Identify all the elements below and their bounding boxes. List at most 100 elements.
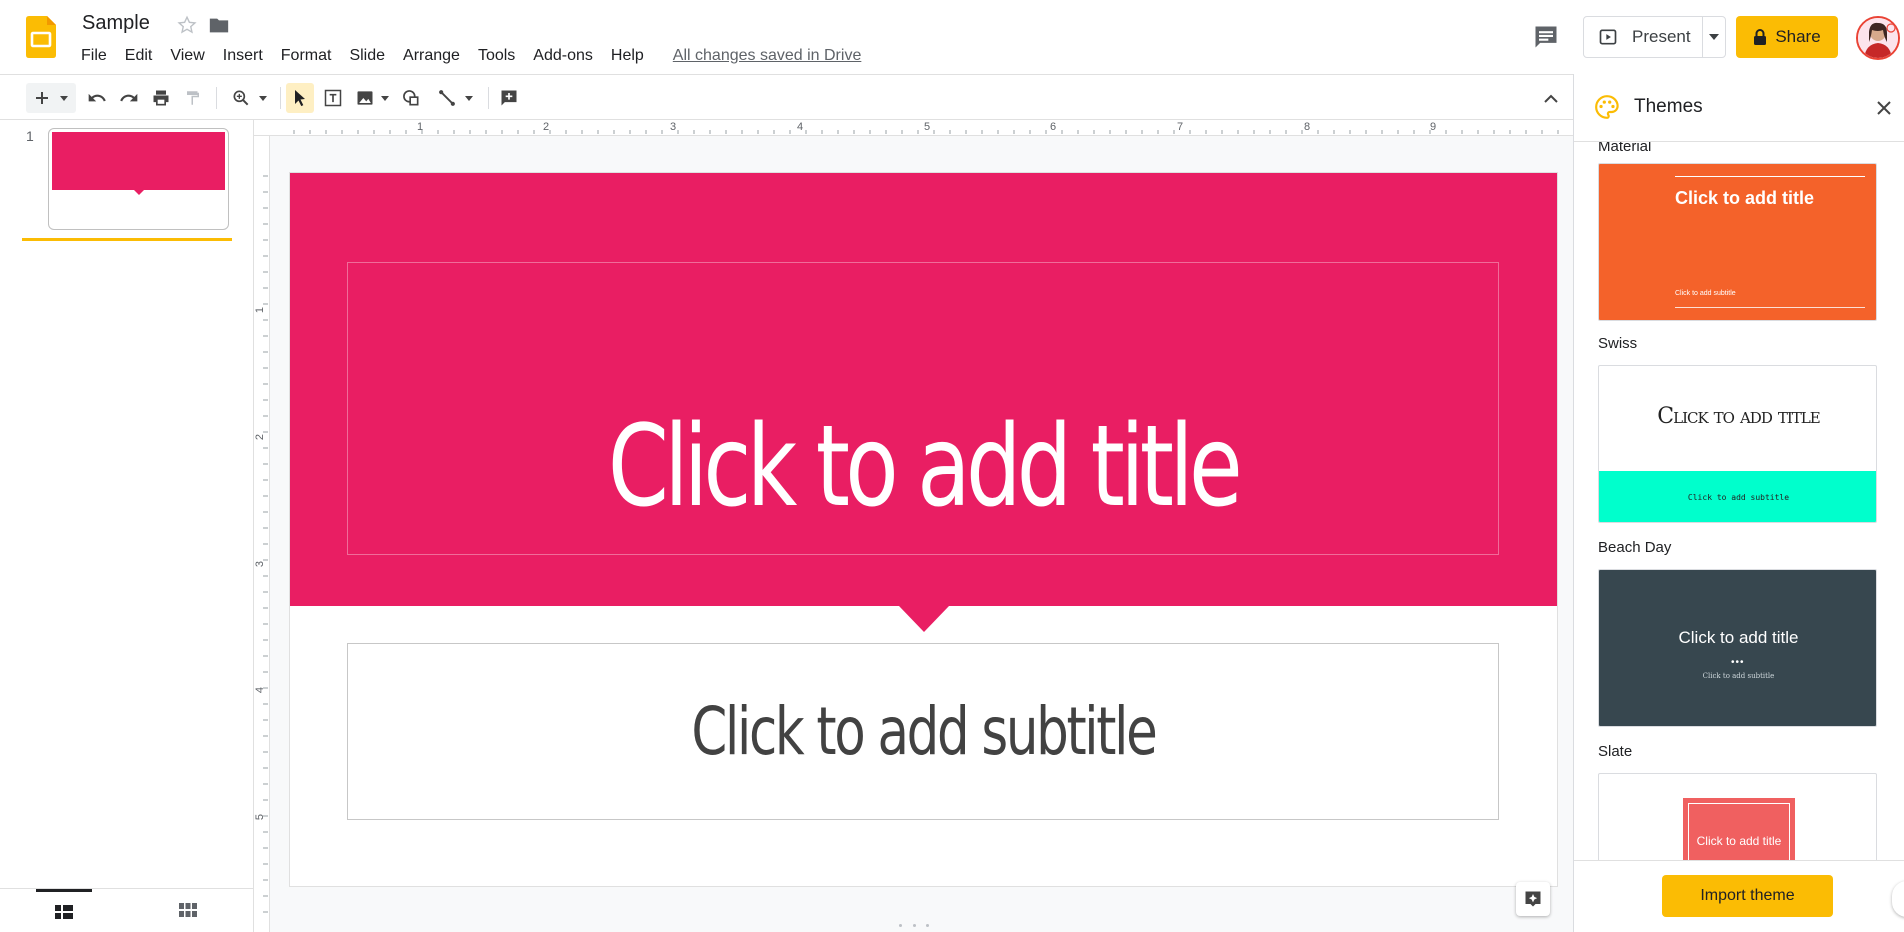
selected-slide-indicator	[22, 238, 232, 241]
title-placeholder[interactable]: Click to add title	[347, 262, 1499, 555]
theme-card-swiss[interactable]: Click to add title Click to add subtitle	[1598, 365, 1877, 523]
ruler-label: 3	[254, 560, 267, 568]
document-title[interactable]: Sample	[82, 12, 150, 35]
ruler-label: 9	[1430, 121, 1437, 133]
menu-help[interactable]: Help	[602, 45, 653, 68]
ruler-label: 3	[670, 121, 677, 133]
slides-logo-icon[interactable]	[26, 16, 56, 58]
subtitle-placeholder-text: Click to add subtitle	[691, 693, 1157, 770]
chevron-up-icon	[1544, 94, 1558, 103]
ruler-label: 5	[254, 813, 267, 821]
collapse-toolbar-button[interactable]	[1538, 83, 1564, 113]
theme-card-material[interactable]: Click to add title Click to add subtitle	[1598, 163, 1877, 321]
theme-subtitle-text: Click to add subtitle	[1702, 672, 1775, 680]
theme-card-beach-day[interactable]: Click to add title ••• Click to add subt…	[1598, 569, 1877, 727]
horizontal-ruler[interactable]: 1 2 3 4 5 6 7 8 9	[291, 120, 1573, 136]
menu-tools[interactable]: Tools	[469, 45, 524, 68]
redo-button[interactable]	[116, 83, 142, 113]
theme-card-slate[interactable]: Click to add title	[1598, 773, 1877, 860]
ruler-label: 1	[254, 306, 267, 314]
grid-view-button[interactable]	[160, 889, 216, 931]
menu-slide[interactable]: Slide	[340, 45, 394, 68]
slide-canvas-area: 1 2 3 4 5 6 7 8 9 1 2 3 4 5 Click to add…	[254, 120, 1573, 932]
menu-edit[interactable]: Edit	[116, 45, 162, 68]
theme-accent-band: Click to add subtitle	[1599, 471, 1876, 522]
filmstrip-view-button[interactable]	[36, 889, 92, 931]
menu-arrange[interactable]: Arrange	[394, 45, 469, 68]
speaker-notes-resize-handle[interactable]	[899, 921, 929, 929]
zoom-button[interactable]	[226, 83, 272, 113]
caret-down-icon	[465, 95, 473, 101]
toolbar-divider	[280, 87, 281, 109]
close-themes-button[interactable]	[1874, 98, 1894, 118]
theme-name-slate: Slate	[1598, 743, 1633, 760]
themes-panel-title: Themes	[1634, 96, 1703, 117]
present-button[interactable]: Present	[1584, 17, 1702, 57]
paint-format-button[interactable]	[180, 83, 206, 113]
slide-number: 1	[26, 128, 34, 144]
explore-button[interactable]	[1516, 882, 1550, 916]
ruler-label: 4	[797, 121, 804, 133]
share-label: Share	[1775, 27, 1821, 46]
account-avatar[interactable]	[1856, 16, 1900, 60]
subtitle-placeholder[interactable]: Click to add subtitle	[347, 643, 1499, 820]
undo-icon	[88, 93, 106, 102]
title-placeholder-text: Click to add title	[607, 402, 1243, 532]
themes-panel-footer: Import theme	[1574, 860, 1904, 932]
theme-title-text: Click to add title	[1696, 834, 1782, 848]
insert-image-button[interactable]	[352, 83, 392, 113]
caret-down-icon	[381, 95, 389, 101]
slide-thumbnail[interactable]	[48, 128, 229, 230]
ruler-label: 2	[543, 121, 550, 133]
import-theme-button[interactable]: Import theme	[1662, 875, 1833, 917]
theme-subtitle-text: Click to add subtitle	[1687, 493, 1790, 502]
grid-view-icon	[179, 903, 197, 917]
theme-dots: •••	[1731, 657, 1745, 668]
shape-icon	[403, 90, 419, 106]
editing-toolbar	[0, 74, 1573, 120]
theme-title-block: Click to add title	[1683, 798, 1795, 860]
ruler-label: 1	[417, 121, 424, 133]
palette-icon	[1594, 94, 1620, 120]
print-icon	[153, 90, 169, 106]
comments-icon[interactable]	[1532, 23, 1560, 51]
vertical-ruler[interactable]: 1 2 3 4 5	[254, 136, 270, 932]
ruler-label: 6	[1050, 121, 1057, 133]
line-button[interactable]	[432, 83, 478, 113]
save-status-link[interactable]: All changes saved in Drive	[673, 47, 862, 65]
text-box-button[interactable]	[320, 83, 346, 113]
zoom-icon	[233, 90, 249, 106]
undo-button[interactable]	[84, 83, 110, 113]
menu-file[interactable]: File	[72, 45, 116, 68]
add-comment-button[interactable]	[496, 83, 522, 113]
themes-panel-header: Themes	[1574, 74, 1904, 142]
toolbar-divider	[216, 87, 217, 109]
side-panel-toggle[interactable]	[1892, 881, 1904, 917]
present-options-dropdown[interactable]	[1702, 17, 1726, 57]
paint-format-icon	[187, 91, 199, 105]
new-slide-button[interactable]	[26, 83, 76, 113]
menu-insert[interactable]: Insert	[214, 45, 272, 68]
menu-format[interactable]: Format	[272, 45, 341, 68]
menu-add-ons[interactable]: Add-ons	[524, 45, 602, 68]
image-icon	[357, 91, 373, 105]
caret-down-icon	[60, 95, 68, 101]
folder-icon[interactable]	[208, 14, 230, 36]
present-icon	[1599, 29, 1617, 45]
theme-rule	[1675, 176, 1865, 177]
caret-down-icon	[259, 95, 267, 101]
menu-view[interactable]: View	[161, 45, 213, 68]
filmstrip-view-icon	[55, 904, 73, 919]
themes-list[interactable]: Material Click to add title Click to add…	[1574, 142, 1904, 860]
print-button[interactable]	[148, 83, 174, 113]
star-icon[interactable]	[176, 14, 198, 36]
vertical-ruler-ticks	[263, 175, 268, 913]
explore-icon	[1525, 891, 1541, 907]
slide-editor[interactable]: Click to add title Click to add subtitle	[290, 173, 1557, 886]
select-tool-button[interactable]	[286, 83, 314, 113]
shape-button[interactable]	[398, 83, 424, 113]
view-switcher	[0, 888, 254, 932]
share-button[interactable]: Share	[1736, 16, 1838, 58]
ruler-label: 5	[924, 121, 931, 133]
add-comment-icon	[501, 90, 517, 106]
